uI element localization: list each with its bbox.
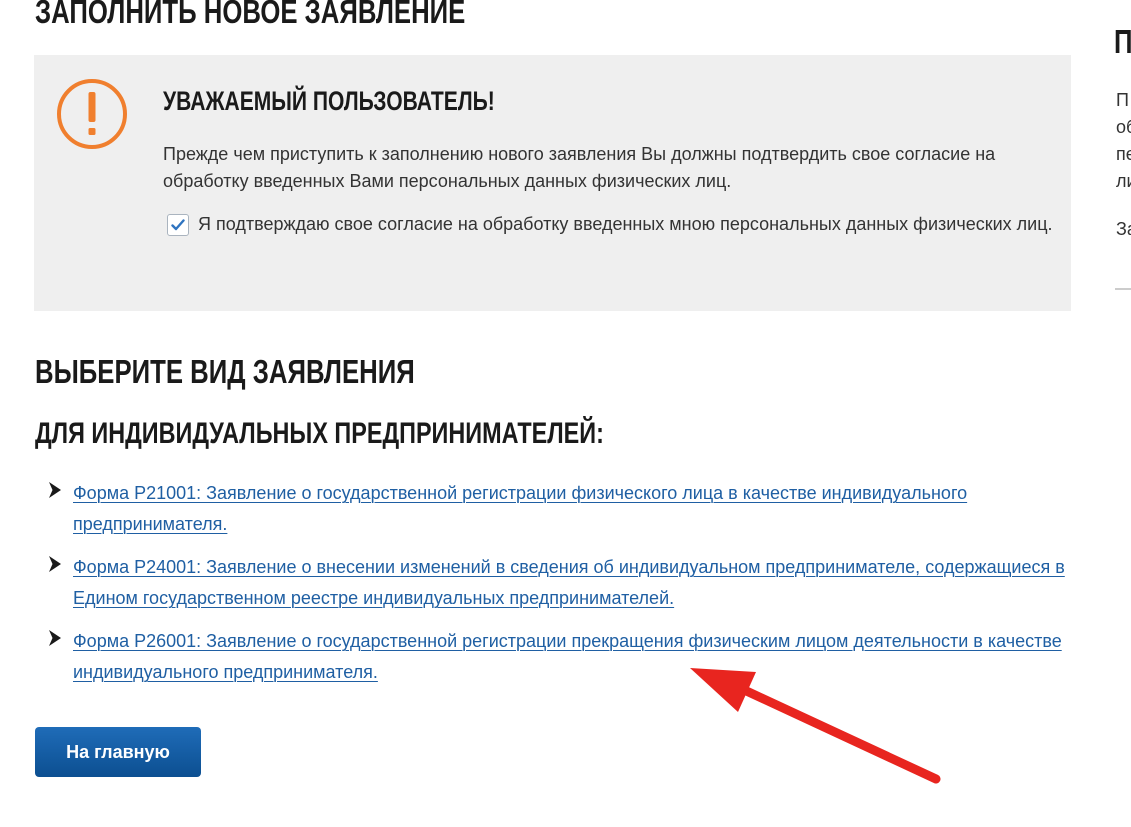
sidebar-text-line: ли <box>1116 171 1131 191</box>
form-r21001-link[interactable]: Форма Р21001: Заявление о государственно… <box>73 478 1068 540</box>
form-r24001-link[interactable]: Форма Р24001: Заявление о внесении измен… <box>73 552 1068 614</box>
page-title: Заполнить новое заявление <box>35 0 466 30</box>
home-button[interactable]: На главную <box>35 727 201 777</box>
chevron-right-icon <box>49 482 61 498</box>
sidebar-divider <box>1115 288 1131 290</box>
sidebar-text-line: об <box>1116 117 1131 137</box>
section-subtitle: Для индивидуальных предпринимателей: <box>35 417 604 450</box>
sidebar-text-line: П <box>1116 90 1129 110</box>
checkmark-icon <box>171 219 185 231</box>
chevron-right-icon <box>49 556 61 572</box>
consent-label[interactable]: Я подтверждаю свое согласие на обработку… <box>198 212 1058 237</box>
page: Заполнить новое заявление Уважаемый поль… <box>0 0 1131 827</box>
exclamation-circle-icon <box>57 79 127 149</box>
chevron-right-icon <box>49 630 61 646</box>
notice-text: Прежде чем приступить к заполнению новог… <box>163 144 996 191</box>
sidebar-text-line: За <box>1116 219 1131 239</box>
sidebar-text-line: пе <box>1116 144 1131 164</box>
sidebar-title: П <box>1114 23 1131 60</box>
consent-checkbox[interactable] <box>167 214 189 236</box>
section-title: Выберите вид заявления <box>35 353 415 390</box>
form-r26001-link[interactable]: Форма Р26001: Заявление о государственно… <box>73 626 1068 688</box>
notice-title: Уважаемый пользователь! <box>163 86 495 116</box>
